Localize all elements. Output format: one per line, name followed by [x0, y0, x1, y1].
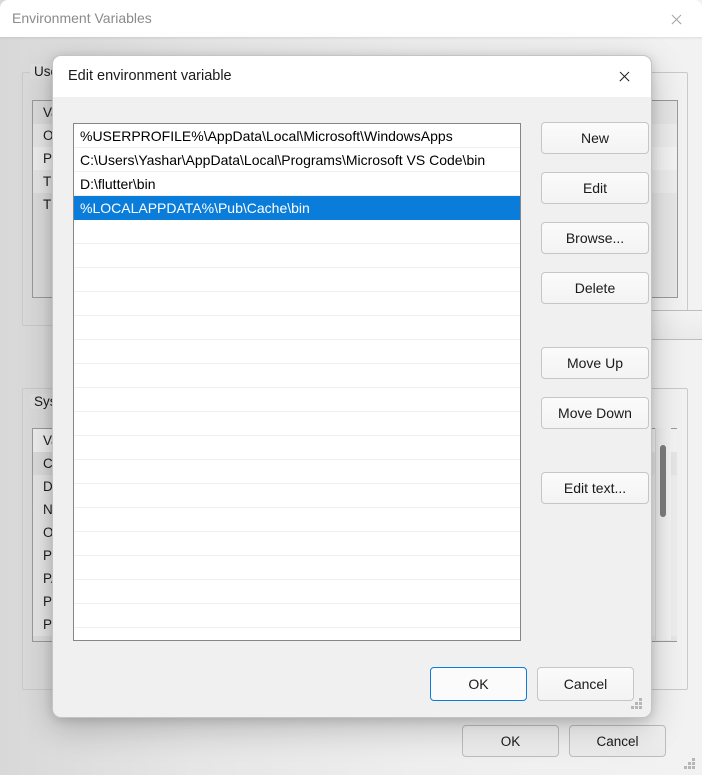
list-item-empty[interactable]	[74, 364, 520, 388]
delete-button[interactable]: Delete	[541, 272, 649, 304]
background-cancel-button[interactable]: Cancel	[569, 725, 666, 757]
new-button[interactable]: New	[541, 122, 649, 154]
dialog-title: Edit environment variable	[68, 68, 232, 84]
list-item-selected[interactable]: %LOCALAPPDATA%\Pub\Cache\bin	[74, 196, 520, 220]
system-list-scrollbar[interactable]	[655, 428, 671, 640]
dialog-ok-button[interactable]: OK	[430, 667, 527, 701]
list-item-empty[interactable]	[74, 292, 520, 316]
list-item[interactable]: %USERPROFILE%\AppData\Local\Microsoft\Wi…	[74, 124, 520, 148]
list-item-empty[interactable]	[74, 244, 520, 268]
resize-grip-icon[interactable]	[684, 758, 696, 770]
resize-grip-icon[interactable]	[631, 698, 643, 710]
close-icon[interactable]	[603, 60, 647, 93]
system-list-scrollbar-thumb[interactable]	[660, 445, 666, 517]
close-icon[interactable]	[658, 6, 694, 32]
edit-text-button[interactable]: Edit text...	[541, 472, 649, 504]
list-item[interactable]: C:\Users\Yashar\AppData\Local\Programs\M…	[74, 148, 520, 172]
list-item-empty[interactable]	[74, 220, 520, 244]
list-item-empty[interactable]	[74, 580, 520, 604]
list-item-empty[interactable]	[74, 412, 520, 436]
list-item-empty[interactable]	[74, 556, 520, 580]
list-item-empty[interactable]	[74, 340, 520, 364]
list-item-empty[interactable]	[74, 508, 520, 532]
background-ok-button[interactable]: OK	[462, 725, 559, 757]
list-item-empty[interactable]	[74, 268, 520, 292]
list-item-empty[interactable]	[74, 532, 520, 556]
edit-environment-variable-dialog: Edit environment variable %USERPROFILE%\…	[52, 55, 652, 718]
list-item-empty[interactable]	[74, 436, 520, 460]
list-item-empty[interactable]	[74, 388, 520, 412]
list-item-empty[interactable]	[74, 604, 520, 628]
move-down-button[interactable]: Move Down	[541, 397, 649, 429]
list-item[interactable]: D:\flutter\bin	[74, 172, 520, 196]
list-item-empty[interactable]	[74, 460, 520, 484]
move-up-button[interactable]: Move Up	[541, 347, 649, 379]
background-window-title: Environment Variables	[12, 10, 152, 26]
titlebar-shadow	[0, 37, 702, 40]
path-entries-list[interactable]: %USERPROFILE%\AppData\Local\Microsoft\Wi…	[73, 123, 521, 641]
edit-button[interactable]: Edit	[541, 172, 649, 204]
list-item-empty[interactable]	[74, 484, 520, 508]
browse-button[interactable]: Browse...	[541, 222, 649, 254]
list-item-empty[interactable]	[74, 316, 520, 340]
dialog-cancel-button[interactable]: Cancel	[537, 667, 634, 701]
